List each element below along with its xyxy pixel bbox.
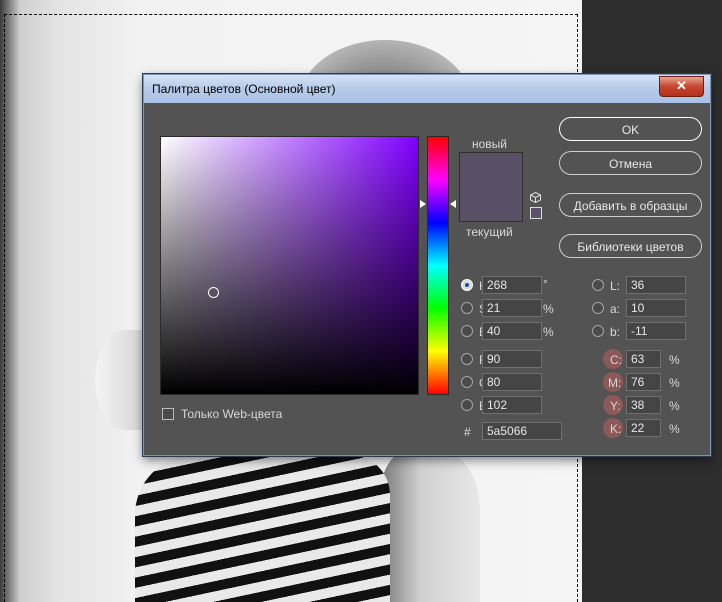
m-label: M:: [608, 376, 622, 390]
l-label: L:: [610, 279, 621, 293]
g-input[interactable]: 80: [482, 373, 542, 391]
hue-slider[interactable]: [427, 136, 449, 395]
k-input[interactable]: 22: [626, 419, 661, 437]
dialog-body: новый текущий OK Отмена Добавить в образ…: [150, 103, 704, 449]
color-field[interactable]: [160, 136, 419, 395]
hex-input[interactable]: 5a5066: [482, 422, 562, 440]
radio-b[interactable]: [461, 325, 473, 337]
radio-g[interactable]: [461, 376, 473, 388]
c-input[interactable]: 63: [626, 350, 661, 368]
radio-a[interactable]: [592, 302, 604, 314]
radio-l[interactable]: [592, 279, 604, 291]
radio-s[interactable]: [461, 302, 473, 314]
blue-input[interactable]: 102: [482, 396, 542, 414]
m-input[interactable]: 76: [626, 373, 661, 391]
new-color-label: новый: [472, 137, 508, 151]
radio-blue[interactable]: [461, 399, 473, 411]
close-icon: ✕: [676, 78, 687, 93]
color-picker-dialog: Палитра цветов (Основной цвет) ✕ новый т…: [143, 74, 711, 456]
y-input[interactable]: 38: [626, 396, 661, 414]
websafe-square-icon[interactable]: [530, 207, 542, 219]
a-label: a:: [610, 302, 621, 316]
close-button[interactable]: ✕: [659, 76, 704, 97]
dialog-title: Палитра цветов (Основной цвет): [152, 82, 336, 96]
web-colors-label: Только Web-цвета: [181, 407, 283, 421]
h-unit: °: [543, 277, 548, 291]
add-to-swatches-button[interactable]: Добавить в образцы: [559, 193, 702, 217]
y-label: Y:: [610, 399, 621, 413]
hue-slider-left-arrow-icon[interactable]: [420, 200, 426, 208]
s-input[interactable]: 21: [482, 299, 542, 317]
hex-label: #: [464, 425, 471, 439]
k-label: K:: [610, 422, 622, 436]
color-preview-swatch: [459, 152, 523, 222]
r-input[interactable]: 90: [482, 350, 542, 368]
y-unit: %: [669, 399, 680, 413]
b-input[interactable]: 40: [482, 322, 542, 340]
color-libraries-button[interactable]: Библиотеки цветов: [559, 234, 702, 258]
a-input[interactable]: 10: [626, 299, 686, 317]
h-input[interactable]: 268: [482, 276, 542, 294]
c-label: C:: [610, 353, 622, 367]
color-picker-circle[interactable]: [208, 287, 219, 298]
ok-button[interactable]: OK: [559, 117, 702, 141]
web-colors-checkbox[interactable]: [162, 408, 174, 420]
lab-b-input[interactable]: -11: [626, 322, 686, 340]
dialog-titlebar[interactable]: Палитра цветов (Основной цвет) ✕: [144, 75, 710, 103]
radio-lab-b[interactable]: [592, 325, 604, 337]
lab-b-label: b:: [610, 325, 621, 339]
radio-h[interactable]: [461, 279, 473, 291]
m-unit: %: [669, 376, 680, 390]
radio-r[interactable]: [461, 353, 473, 365]
current-color-label: текущий: [466, 225, 513, 239]
k-unit: %: [669, 422, 680, 436]
b-unit: %: [543, 325, 554, 339]
cube-icon[interactable]: [530, 192, 541, 203]
hue-slider-right-arrow-icon[interactable]: [450, 200, 456, 208]
c-unit: %: [669, 353, 680, 367]
s-unit: %: [543, 302, 554, 316]
cancel-button[interactable]: Отмена: [559, 151, 702, 175]
l-input[interactable]: 36: [626, 276, 686, 294]
